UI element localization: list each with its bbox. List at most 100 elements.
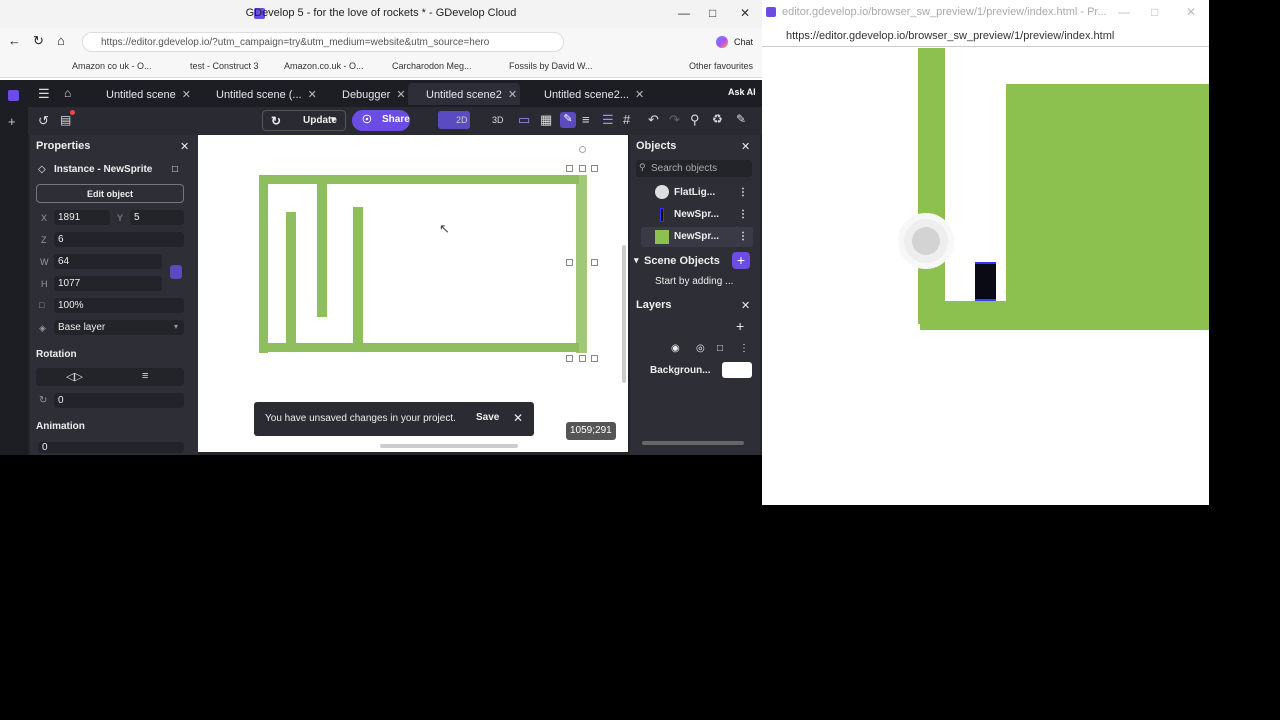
home-icon[interactable]: ⌂ [57, 33, 65, 48]
resize-handle[interactable] [591, 165, 598, 172]
edit-pen-icon[interactable]: ✎ [560, 112, 576, 128]
horizontal-scrollbar[interactable] [380, 444, 518, 448]
tab-untitled-scene2[interactable]: Untitled scene2 ✕ [408, 83, 520, 105]
sprite-left-wall[interactable] [259, 175, 268, 353]
share-button[interactable]: ☉ Share [352, 110, 410, 131]
resize-handle[interactable] [591, 259, 598, 266]
object-menu-icon[interactable]: ⋮ [738, 187, 748, 198]
home-tab-icon[interactable]: ⌂ [64, 86, 71, 100]
back-icon[interactable]: ← [8, 33, 21, 48]
x-field[interactable]: 1891 [54, 210, 110, 225]
layer-lock-icon[interactable]: □ [717, 343, 723, 354]
layer-select[interactable]: Base layer ▾ [54, 320, 184, 335]
object-menu-icon[interactable]: ⋮ [738, 209, 748, 220]
url-field[interactable]: https://editor.gdevelop.io/?utm_campaign… [82, 32, 564, 52]
bookmark-item[interactable]: Fossils by David W... [509, 61, 593, 71]
objects-scrollbar[interactable] [642, 441, 744, 445]
rotation-field[interactable]: 0 [54, 393, 184, 408]
undo-icon[interactable]: ↶ [648, 112, 659, 128]
zoom-icon[interactable]: ⚲ [690, 112, 700, 128]
object-menu-icon[interactable]: ⋮ [738, 231, 748, 242]
close-objects-icon[interactable]: ✕ [741, 140, 750, 153]
animation-field[interactable]: 0 [38, 442, 184, 453]
object-item-flatlight[interactable]: FlatLig... [674, 187, 715, 198]
opacity-field[interactable]: 100% [54, 298, 184, 313]
sprite-bottom-wall[interactable] [259, 343, 579, 352]
close-tab-icon[interactable]: ✕ [396, 89, 405, 101]
sprite-right-wall-selected[interactable] [576, 175, 587, 353]
tab-untitled-scene-copy[interactable]: Untitled scene (... ✕ [198, 83, 317, 105]
object-search-input[interactable]: ⚲ Search objects [636, 160, 752, 177]
mode-2d-toggle[interactable]: 2D [438, 111, 470, 129]
scene-canvas[interactable]: ↖ You have unsaved changes in your proje… [198, 135, 628, 452]
resize-handle[interactable] [591, 355, 598, 362]
tab-untitled-scene2-events[interactable]: Untitled scene2... ✕ [526, 83, 644, 105]
close-layers-icon[interactable]: ✕ [741, 299, 750, 312]
vertical-scrollbar[interactable] [622, 245, 626, 383]
bookmark-item[interactable]: Amazon co uk - O... [72, 61, 152, 71]
sprite-top-wall[interactable] [259, 175, 579, 184]
close-tab-icon[interactable]: ✕ [308, 89, 317, 101]
close-tab-icon[interactable]: ✕ [635, 89, 644, 101]
toast-close-icon[interactable]: ✕ [513, 411, 523, 425]
sprite-inner-wall[interactable] [353, 207, 363, 345]
sprite-inner-wall[interactable] [286, 212, 296, 345]
add-object-button[interactable]: + [732, 252, 750, 269]
resize-handle[interactable] [566, 165, 573, 172]
maximize-icon[interactable]: □ [709, 6, 716, 20]
lock-icon[interactable]: □ [172, 164, 178, 175]
y-field[interactable]: 5 [130, 210, 184, 225]
update-button[interactable]: ↻ Update ▾ [262, 110, 346, 131]
resize-handle[interactable] [579, 165, 586, 172]
menu-icon[interactable]: ☰ [38, 86, 50, 102]
tab-untitled-scene[interactable]: Untitled scene ✕ [88, 83, 191, 105]
resize-handle[interactable] [566, 355, 573, 362]
mode-3d-toggle[interactable]: 3D [478, 115, 504, 125]
edit-object-button[interactable]: Edit object [36, 184, 184, 203]
object-item-newsprite-selected[interactable]: NewSpr... [674, 231, 719, 242]
joystick-thumb[interactable] [912, 227, 940, 255]
layers-icon[interactable]: ☰ [602, 112, 614, 128]
z-field[interactable]: 6 [54, 232, 184, 247]
objects-group-icon[interactable]: ▦ [540, 112, 552, 128]
tab-debugger[interactable]: Debugger ✕ [324, 83, 406, 105]
events-list-icon[interactable]: ≡ [582, 112, 590, 127]
object-item-newsprite[interactable]: NewSpr... [674, 209, 719, 220]
resize-handle[interactable] [579, 355, 586, 362]
chevron-down-icon[interactable]: ▾ [331, 114, 336, 125]
copilot-icon[interactable] [716, 36, 728, 48]
lighting-icon[interactable]: ◉ [671, 343, 680, 354]
grid-icon[interactable]: # [623, 112, 630, 127]
toast-save-button[interactable]: Save [476, 412, 499, 423]
link-ratio-icon[interactable] [170, 265, 182, 279]
add-layer-icon[interactable]: + [736, 318, 744, 334]
ask-ai-button[interactable]: Ask AI [728, 87, 756, 97]
close-tab-icon[interactable]: ✕ [508, 89, 517, 101]
reload-icon[interactable]: ↻ [33, 33, 44, 49]
minimize-icon[interactable]: — [678, 6, 690, 20]
rotate-handle[interactable] [579, 146, 586, 153]
width-field[interactable]: 64 [54, 254, 162, 269]
object-cube-icon[interactable]: ▭ [518, 112, 530, 128]
game-preview-canvas[interactable] [762, 48, 1209, 505]
save-icon[interactable]: ▤ [60, 113, 71, 127]
height-field[interactable]: 1077 [54, 276, 162, 291]
bookmark-item[interactable]: Carcharodon Meg... [392, 61, 472, 71]
history-icon[interactable]: ↺ [38, 113, 49, 129]
flip-horizontal-icon[interactable]: ◁▷ [66, 370, 83, 383]
bookmark-item[interactable]: test - Construct 3 [190, 61, 259, 71]
close-panel-icon[interactable]: ✕ [180, 140, 189, 153]
edit-scene-icon[interactable]: ✎ [736, 112, 746, 126]
close-tab-icon[interactable]: ✕ [182, 89, 191, 101]
bookmark-item[interactable]: Amazon.co.uk - O... [284, 61, 364, 71]
preview-url[interactable]: https://editor.gdevelop.io/browser_sw_pr… [786, 30, 1114, 42]
resize-handle[interactable] [566, 259, 573, 266]
plus-icon[interactable]: + [8, 114, 16, 129]
redo-icon[interactable]: ↷ [669, 112, 680, 128]
visibility-eye-icon[interactable]: ◎ [696, 343, 705, 354]
background-color-swatch[interactable] [722, 362, 752, 378]
close-window-icon[interactable]: ✕ [740, 6, 750, 20]
bookmark-item[interactable]: Other favourites [689, 61, 753, 71]
flip-vertical-icon[interactable]: ≡ [142, 370, 148, 382]
delete-icon[interactable]: ♻ [712, 112, 723, 126]
